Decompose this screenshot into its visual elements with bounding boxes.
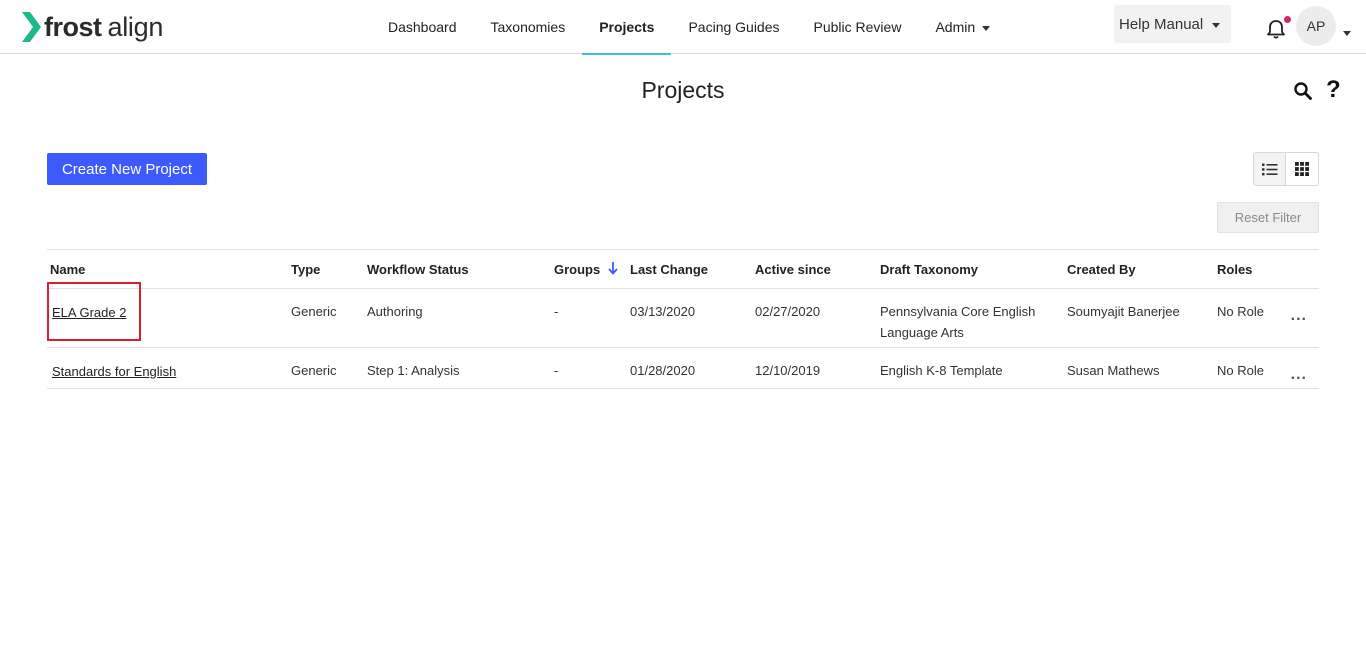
search-icon[interactable]	[1293, 81, 1313, 101]
create-new-project-button[interactable]: Create New Project	[47, 153, 207, 185]
column-header-last-change[interactable]: Last Change	[630, 262, 708, 277]
project-active-since: 02/27/2020	[755, 304, 821, 319]
table-row[interactable]: ELA Grade 2 Generic Authoring - 03/13/20…	[47, 289, 1319, 348]
question-icon[interactable]: ?	[1326, 76, 1341, 104]
frost-align-logo[interactable]: frost align	[20, 10, 163, 44]
project-groups: -	[554, 304, 559, 319]
user-avatar[interactable]: AP	[1296, 6, 1336, 46]
reset-filter-button[interactable]: Reset Filter	[1217, 202, 1319, 233]
nav-dashboard[interactable]: Dashboard	[371, 0, 474, 54]
column-header-created-by[interactable]: Created By	[1067, 262, 1136, 277]
project-workflow-status: Step 1: Analysis	[367, 363, 460, 378]
nav-admin-label: Admin	[935, 19, 976, 35]
list-view-button[interactable]	[1254, 153, 1287, 185]
more-options-icon[interactable]: ...	[1291, 307, 1307, 325]
grid-view-button[interactable]	[1286, 153, 1318, 185]
column-header-workflow-status[interactable]: Workflow Status	[367, 262, 469, 277]
column-header-name[interactable]: Name	[50, 262, 85, 277]
nav-taxonomies[interactable]: Taxonomies	[474, 0, 583, 54]
notification-dot	[1284, 16, 1291, 23]
sort-down-arrow-icon[interactable]	[607, 260, 619, 276]
project-created-by: Soumyajit Banerjee	[1067, 304, 1180, 319]
view-toggle	[1253, 152, 1319, 186]
help-manual-label: Help Manual	[1119, 15, 1204, 33]
project-last-change: 03/13/2020	[630, 304, 696, 319]
column-header-roles[interactable]: Roles	[1217, 262, 1252, 277]
projects-table: Name Type Workflow Status Groups Last Ch…	[47, 249, 1319, 389]
help-manual-dropdown[interactable]: Help Manual	[1114, 5, 1231, 43]
project-roles: No Role	[1217, 304, 1264, 319]
grid-view-icon	[1295, 162, 1309, 176]
main-nav: Dashboard Taxonomies Projects Pacing Gui…	[371, 0, 1007, 55]
project-workflow-status: Authoring	[367, 304, 423, 319]
top-navbar: frost align Dashboard Taxonomies Project…	[0, 0, 1366, 55]
nav-public-review[interactable]: Public Review	[797, 0, 919, 54]
project-last-change: 01/28/2020	[630, 363, 696, 378]
project-draft-taxonomy: English K-8 Template	[880, 363, 1003, 378]
user-menu-toggle[interactable]	[1343, 23, 1351, 41]
nav-projects[interactable]: Projects	[582, 0, 672, 55]
page-title: Projects	[641, 77, 725, 103]
project-type: Generic	[291, 363, 337, 378]
table-row[interactable]: Standards for English Generic Step 1: An…	[47, 348, 1319, 389]
caret-down-icon	[1343, 31, 1351, 36]
frost-logo-icon	[22, 12, 41, 42]
nav-admin[interactable]: Admin	[918, 0, 1007, 54]
logo-word-align: align	[107, 11, 164, 42]
caret-down-icon	[982, 26, 991, 31]
project-name-link[interactable]: Standards for English	[52, 361, 176, 382]
column-header-active-since[interactable]: Active since	[755, 262, 831, 277]
project-type: Generic	[291, 304, 337, 319]
project-active-since: 12/10/2019	[755, 363, 821, 378]
column-header-type[interactable]: Type	[291, 262, 320, 277]
draft-taxonomy-line: Pennsylvania Core English	[880, 304, 1036, 319]
list-view-icon	[1261, 163, 1277, 175]
nav-pacing-guides[interactable]: Pacing Guides	[671, 0, 796, 54]
draft-taxonomy-line: Language Arts	[880, 325, 964, 340]
table-header: Name Type Workflow Status Groups Last Ch…	[47, 249, 1319, 289]
project-draft-taxonomy: Pennsylvania Core English Language Arts	[880, 301, 1035, 343]
project-roles: No Role	[1217, 363, 1264, 378]
column-header-draft-taxonomy[interactable]: Draft Taxonomy	[880, 262, 978, 277]
project-groups: -	[554, 363, 559, 378]
caret-down-icon	[1212, 23, 1221, 28]
column-header-groups[interactable]: Groups	[554, 262, 600, 277]
project-name-link[interactable]: ELA Grade 2	[52, 302, 126, 323]
logo-word-frost: frost	[44, 11, 102, 42]
project-created-by: Susan Mathews	[1067, 363, 1160, 378]
more-options-icon[interactable]: ...	[1291, 366, 1307, 384]
